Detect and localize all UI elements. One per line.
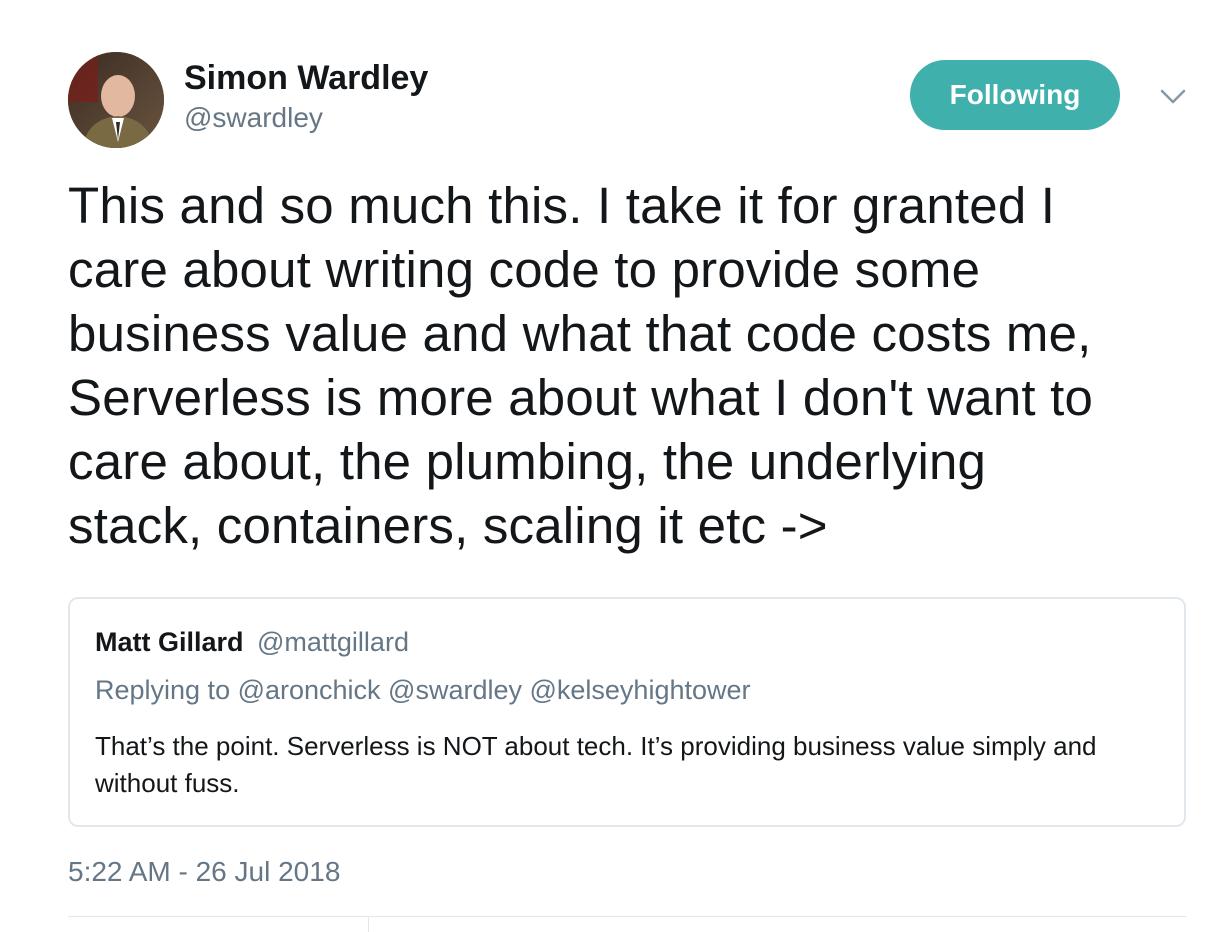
tweet-text-line: business value and what that code costs … bbox=[68, 305, 1092, 362]
quoted-tweet-text: That’s the point. Serverless is NOT abou… bbox=[95, 731, 1097, 798]
tweet-timestamp[interactable]: 5:22 AM - 26 Jul 2018 bbox=[68, 856, 340, 888]
author-handle[interactable]: @swardley bbox=[184, 101, 323, 135]
tweet-text-line: care about writing code to provide some bbox=[68, 241, 981, 298]
tweet-text-line: stack, containers, scaling it etc -> bbox=[68, 497, 828, 554]
quoted-author-handle: @mattgillard bbox=[257, 627, 409, 657]
avatar-image bbox=[68, 52, 164, 148]
stats-divider bbox=[368, 917, 369, 932]
replying-to-text: Replying to @aronchick @swardley @kelsey… bbox=[95, 675, 751, 705]
chevron-down-icon[interactable] bbox=[1156, 84, 1190, 108]
author-name[interactable]: Simon Wardley bbox=[184, 58, 428, 98]
avatar[interactable] bbox=[68, 52, 164, 148]
tweet-text-line: Serverless is more about what I don't wa… bbox=[68, 369, 1094, 426]
tweet-text-line: care about, the plumbing, the underlying bbox=[68, 433, 987, 490]
quoted-tweet[interactable]: Matt Gillard @mattgillard Replying to @a… bbox=[68, 597, 1186, 827]
quoted-author-name: Matt Gillard bbox=[95, 627, 244, 657]
divider bbox=[68, 916, 1186, 917]
tweet-text: This and so much this. I take it for gra… bbox=[68, 174, 1218, 558]
following-button[interactable]: Following bbox=[910, 60, 1120, 130]
tweet-card: Simon Wardley @swardley Following This a… bbox=[0, 0, 1230, 932]
tweet-text-line: This and so much this. I take it for gra… bbox=[68, 177, 1056, 234]
